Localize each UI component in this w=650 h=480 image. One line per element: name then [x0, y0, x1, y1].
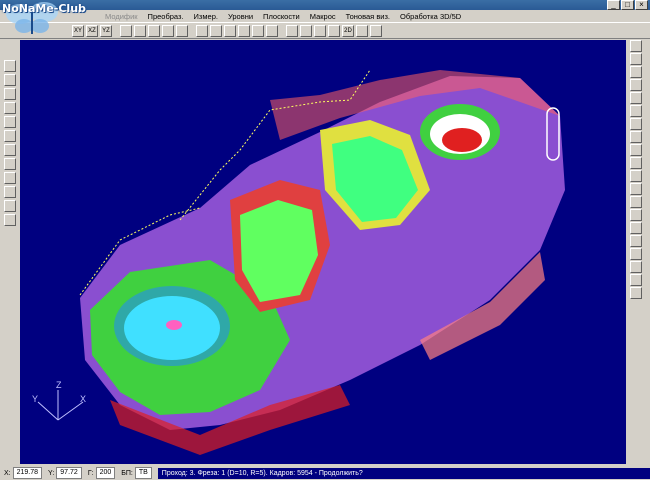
right-tool-icon[interactable]: [630, 79, 642, 91]
toolbar-button[interactable]: [224, 24, 236, 37]
menu-item[interactable]: Тоновая виз.: [341, 12, 395, 21]
toolbar-button[interactable]: [134, 24, 146, 37]
right-tool-icon[interactable]: [630, 66, 642, 78]
right-tool-icon[interactable]: [630, 222, 642, 234]
right-tool-icon[interactable]: [630, 248, 642, 260]
toolbar-button[interactable]: [176, 24, 188, 37]
toolbar-button[interactable]: [148, 24, 160, 37]
status-tv-label: ТВ: [134, 467, 152, 479]
axis-x-label: X: [80, 394, 86, 404]
toolbar-button[interactable]: [286, 24, 298, 37]
right-tool-icon[interactable]: [630, 170, 642, 182]
left-tool-icon[interactable]: [4, 74, 16, 86]
status-x-label: X:: [4, 469, 11, 477]
toolbar-button[interactable]: [370, 24, 382, 37]
right-tool-icon[interactable]: [630, 274, 642, 286]
right-tool-icon[interactable]: [630, 118, 642, 130]
right-tool-icon[interactable]: [630, 53, 642, 65]
right-tool-icon[interactable]: [630, 157, 642, 169]
right-tool-icon[interactable]: [630, 235, 642, 247]
left-tool-icon[interactable]: [4, 102, 16, 114]
menu-item[interactable]: Плоскости: [258, 12, 305, 21]
toolbar-button-2d[interactable]: 2D: [342, 24, 354, 37]
axis-z-label: Z: [56, 380, 62, 390]
status-message: Проход: 3. Фреза: 1 (D=10, R=5). Кадров:…: [157, 467, 650, 479]
watermark-logo: NoNaMe-Club: [0, 0, 110, 38]
minimize-button[interactable]: _: [607, 0, 620, 10]
toolbar-button[interactable]: [120, 24, 132, 37]
right-tool-icon[interactable]: [630, 287, 642, 299]
toolbar-button[interactable]: [300, 24, 312, 37]
toolbar-button[interactable]: [266, 24, 278, 37]
maximize-button[interactable]: □: [621, 0, 634, 10]
left-tool-icon[interactable]: [4, 88, 16, 100]
watermark-text: NoNaMe-Club: [2, 2, 86, 15]
menu-item[interactable]: Измер.: [189, 12, 223, 21]
axis-y-label: Y: [32, 394, 38, 404]
left-tool-icon[interactable]: [4, 130, 16, 142]
status-x-value: 219.78: [12, 467, 43, 479]
toolbar-button[interactable]: [356, 24, 368, 37]
right-tool-icon[interactable]: [630, 92, 642, 104]
close-button[interactable]: ×: [635, 0, 648, 10]
3d-viewport[interactable]: Y Z X: [20, 40, 626, 464]
toolbar-button[interactable]: [314, 24, 326, 37]
axes-indicator: Y Z X: [32, 380, 86, 421]
left-tool-icon[interactable]: [4, 172, 16, 184]
left-tool-icon[interactable]: [4, 144, 16, 156]
status-bp-label: БП:: [121, 469, 133, 477]
right-tool-icon[interactable]: [630, 40, 642, 52]
left-tool-icon[interactable]: [4, 214, 16, 226]
menu-item[interactable]: Макрос: [305, 12, 341, 21]
toolbar-button[interactable]: [238, 24, 250, 37]
status-g-label: Г:: [87, 469, 94, 477]
left-tool-icon[interactable]: [4, 186, 16, 198]
right-tool-icon[interactable]: [630, 261, 642, 273]
left-tool-icon[interactable]: [4, 116, 16, 128]
right-tool-icon[interactable]: [630, 131, 642, 143]
left-tool-icon[interactable]: [4, 60, 16, 72]
toolbar-button[interactable]: [196, 24, 208, 37]
toolbar-button[interactable]: [210, 24, 222, 37]
status-y-value: 97.72: [56, 467, 82, 479]
right-toolbar: [630, 40, 644, 340]
part-model: [79, 69, 565, 455]
right-tool-icon[interactable]: [630, 183, 642, 195]
menu-item[interactable]: Уровни: [223, 12, 258, 21]
status-y-label: Y:: [48, 469, 55, 477]
menu-item[interactable]: Преобраз.: [143, 12, 189, 21]
toolbar-button[interactable]: [252, 24, 264, 37]
right-tool-icon[interactable]: [630, 196, 642, 208]
toolbar-button[interactable]: [328, 24, 340, 37]
right-tool-icon[interactable]: [630, 144, 642, 156]
left-tool-icon[interactable]: [4, 200, 16, 212]
status-g-value: 200: [95, 467, 116, 479]
left-toolbar: [4, 40, 18, 240]
toolbar-button[interactable]: [162, 24, 174, 37]
right-tool-icon[interactable]: [630, 209, 642, 221]
menu-item[interactable]: Обработка 3D/5D: [395, 12, 466, 21]
status-bar: X: 219.78 Y: 97.72 Г: 200 БП: ТВ Проход:…: [0, 466, 650, 480]
left-tool-icon[interactable]: [4, 158, 16, 170]
right-tool-icon[interactable]: [630, 105, 642, 117]
